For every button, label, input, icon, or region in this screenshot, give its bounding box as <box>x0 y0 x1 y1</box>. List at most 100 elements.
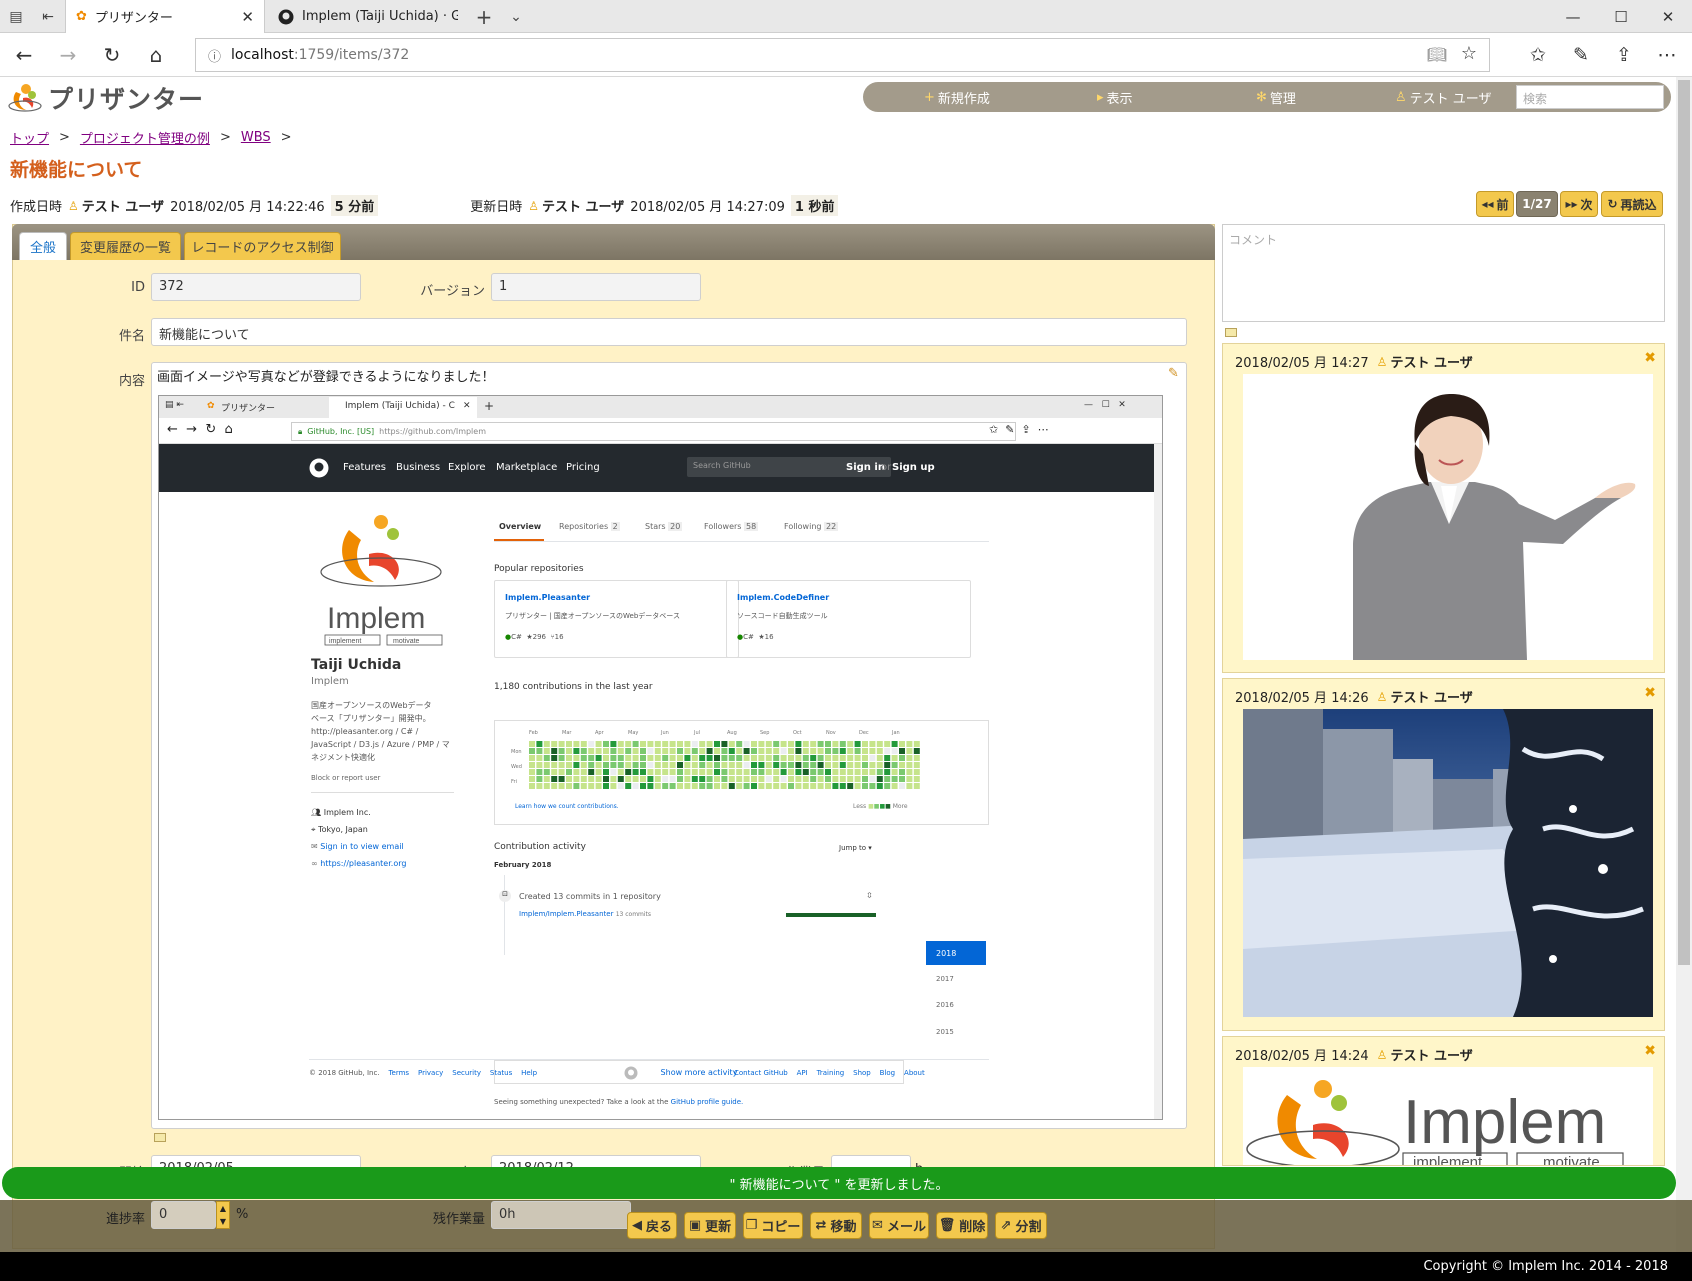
delete-comment-icon[interactable]: ✖ <box>1644 350 1656 366</box>
next-button[interactable]: ▸▸ 次 <box>1560 191 1598 217</box>
home-icon[interactable]: ⌂ <box>134 33 178 77</box>
progress-spinner-icon[interactable]: ▲ ▼ <box>216 1201 230 1229</box>
heatmap-cell <box>758 748 765 754</box>
set-aside-tabs-icon[interactable]: ⇤ <box>32 0 64 33</box>
share-icon[interactable]: ⇪ <box>1603 33 1645 77</box>
heatmap-cell <box>751 769 757 775</box>
divider <box>309 1059 989 1060</box>
browser-tab-github[interactable]: Implem (Taiji Uchida) · GitHu <box>268 0 468 33</box>
heatmap-cell <box>669 755 676 761</box>
heatmap-cell <box>825 755 831 761</box>
update-button[interactable]: ▣ 更新 <box>684 1212 736 1239</box>
menu-view[interactable]: ▸ 表示 <box>1097 88 1133 107</box>
copy-button[interactable]: ❐ コピー <box>743 1212 803 1239</box>
user-name: テスト ユーザ <box>1390 1049 1473 1064</box>
tab-access-control[interactable]: レコードのアクセス制御 <box>184 232 341 260</box>
browser-tab-pleasanter[interactable]: ✿ プリザンター ✕ <box>65 0 265 33</box>
image-upload-icon[interactable] <box>154 1133 166 1142</box>
heatmap-cell <box>780 769 787 775</box>
heatmap-cell <box>802 748 809 754</box>
heatmap-cell <box>869 776 876 782</box>
comment-input[interactable]: コメント <box>1222 224 1665 322</box>
updated-user[interactable]: ♙ テスト ユーザ <box>528 196 624 216</box>
footer-link: Training <box>816 1069 845 1077</box>
implem-logo-icon: Implem implement motivate <box>320 515 443 646</box>
tab-preview-chevron-icon[interactable]: ⌄ <box>500 0 532 33</box>
user-icon: ♙ <box>1376 354 1388 369</box>
edit-pencil-icon[interactable]: ✎ <box>1168 366 1179 381</box>
month-label: Aug <box>727 730 737 736</box>
heatmap-cell <box>677 741 683 747</box>
reading-view-icon[interactable]: 📖︎ <box>1427 45 1447 64</box>
comment-card: 2018/02/05 月 14:27 ♙ テスト ユーザ ✖ <box>1222 343 1665 673</box>
site-logo[interactable]: プリザンター <box>8 80 204 116</box>
pen-notes-icon[interactable]: ✎ <box>1560 33 1602 77</box>
menu-user[interactable]: ♙ テスト ユーザ <box>1395 88 1492 107</box>
divider <box>494 541 989 542</box>
link-icon: ∞ <box>311 859 321 868</box>
heatmap-cell <box>603 748 609 754</box>
menu-manage[interactable]: ✻ 管理 <box>1256 88 1296 107</box>
pleasanter-logo-icon <box>8 84 42 112</box>
mail-button[interactable]: ✉ メール <box>869 1212 929 1239</box>
version-field: 1 <box>491 273 701 301</box>
tab-history[interactable]: 変更履歴の一覧 <box>70 232 181 260</box>
comment-photo-snow[interactable] <box>1243 709 1653 1017</box>
comment-image-icon[interactable] <box>1225 328 1237 337</box>
forward-arrow-icon[interactable]: → <box>46 33 90 77</box>
more-icon[interactable]: ⋯ <box>1646 33 1688 77</box>
footer-link: Shop <box>853 1069 871 1077</box>
heatmap-cell <box>566 748 572 754</box>
tab-general[interactable]: 全般 <box>19 232 67 260</box>
close-tab-icon[interactable]: ✕ <box>241 8 254 26</box>
comment-user[interactable]: ♙ テスト ユーザ <box>1377 687 1473 707</box>
reload-button[interactable]: ↻ 再読込 <box>1601 191 1663 217</box>
breadcrumb-site[interactable]: プロジェクト管理の例 <box>80 128 210 147</box>
comment-image-logo[interactable]: Implem implement motivate <box>1243 1067 1653 1165</box>
update-toast: " 新機能について " を更新しました。 <box>2 1167 1676 1199</box>
tab-list-icon[interactable]: ▤ <box>0 0 32 33</box>
heatmap-cell <box>603 755 609 761</box>
favorites-hub-icon[interactable]: ✩ <box>1517 33 1559 77</box>
refresh-icon[interactable]: ↻ <box>90 33 134 77</box>
created-user[interactable]: ♙ テスト ユーザ <box>68 196 164 216</box>
minimize-icon[interactable]: — <box>1550 0 1596 33</box>
button-label: 更新 <box>705 1220 732 1235</box>
heatmap-cell <box>617 776 624 782</box>
button-label: 削除 <box>959 1220 986 1235</box>
delete-comment-icon[interactable]: ✖ <box>1644 685 1656 701</box>
back-arrow-icon[interactable]: ← <box>2 33 46 77</box>
copy-icon: ❐ <box>745 1218 758 1233</box>
heatmap-cell <box>751 755 757 761</box>
new-tab-icon[interactable]: + <box>468 0 500 33</box>
breadcrumb-wbs[interactable]: WBS <box>241 130 271 145</box>
next-label: 次 <box>1580 197 1593 212</box>
heatmap-cell <box>654 748 661 754</box>
delete-comment-icon[interactable]: ✖ <box>1644 1043 1656 1059</box>
prev-button[interactable]: ◂◂ 前 <box>1476 191 1514 217</box>
close-window-icon[interactable]: ✕ <box>1645 0 1691 33</box>
page-scrollbar-thumb[interactable] <box>1678 80 1690 965</box>
url-input[interactable]: ⓘ localhost:1759/items/372 📖︎ ☆ <box>195 38 1490 72</box>
heatmap-cell <box>610 783 617 789</box>
maximize-icon[interactable]: ☐ <box>1598 0 1644 33</box>
menu-new[interactable]: + 新規作成 <box>924 88 990 107</box>
heatmap-cell <box>817 741 824 747</box>
subject-field[interactable]: 新機能について <box>151 318 1187 346</box>
embedded-window-icons: — ☐ ✕ <box>1084 400 1126 410</box>
split-button[interactable]: ⇗ 分割 <box>995 1212 1047 1239</box>
repo-stars: 296 <box>532 633 546 641</box>
comment-user[interactable]: ♙ テスト ユーザ <box>1377 1045 1473 1065</box>
progress-field[interactable]: 0 <box>151 1201 216 1229</box>
heatmap-cell <box>714 769 720 775</box>
back-button[interactable]: ◀ 戻る <box>627 1212 677 1239</box>
tab-title: Implem (Taiji Uchida) · GitHu <box>302 9 458 24</box>
search-input[interactable]: 検索 <box>1516 85 1664 109</box>
delete-button[interactable]: 🗑︎ 削除 <box>936 1212 988 1239</box>
comment-photo-woman[interactable] <box>1243 374 1653 660</box>
favorite-star-icon[interactable]: ☆ <box>1461 43 1477 64</box>
breadcrumb-top[interactable]: トップ <box>10 128 49 147</box>
move-button[interactable]: ⇄ 移動 <box>810 1212 862 1239</box>
heatmap-cell <box>580 755 587 761</box>
comment-user[interactable]: ♙ テスト ユーザ <box>1376 352 1473 372</box>
